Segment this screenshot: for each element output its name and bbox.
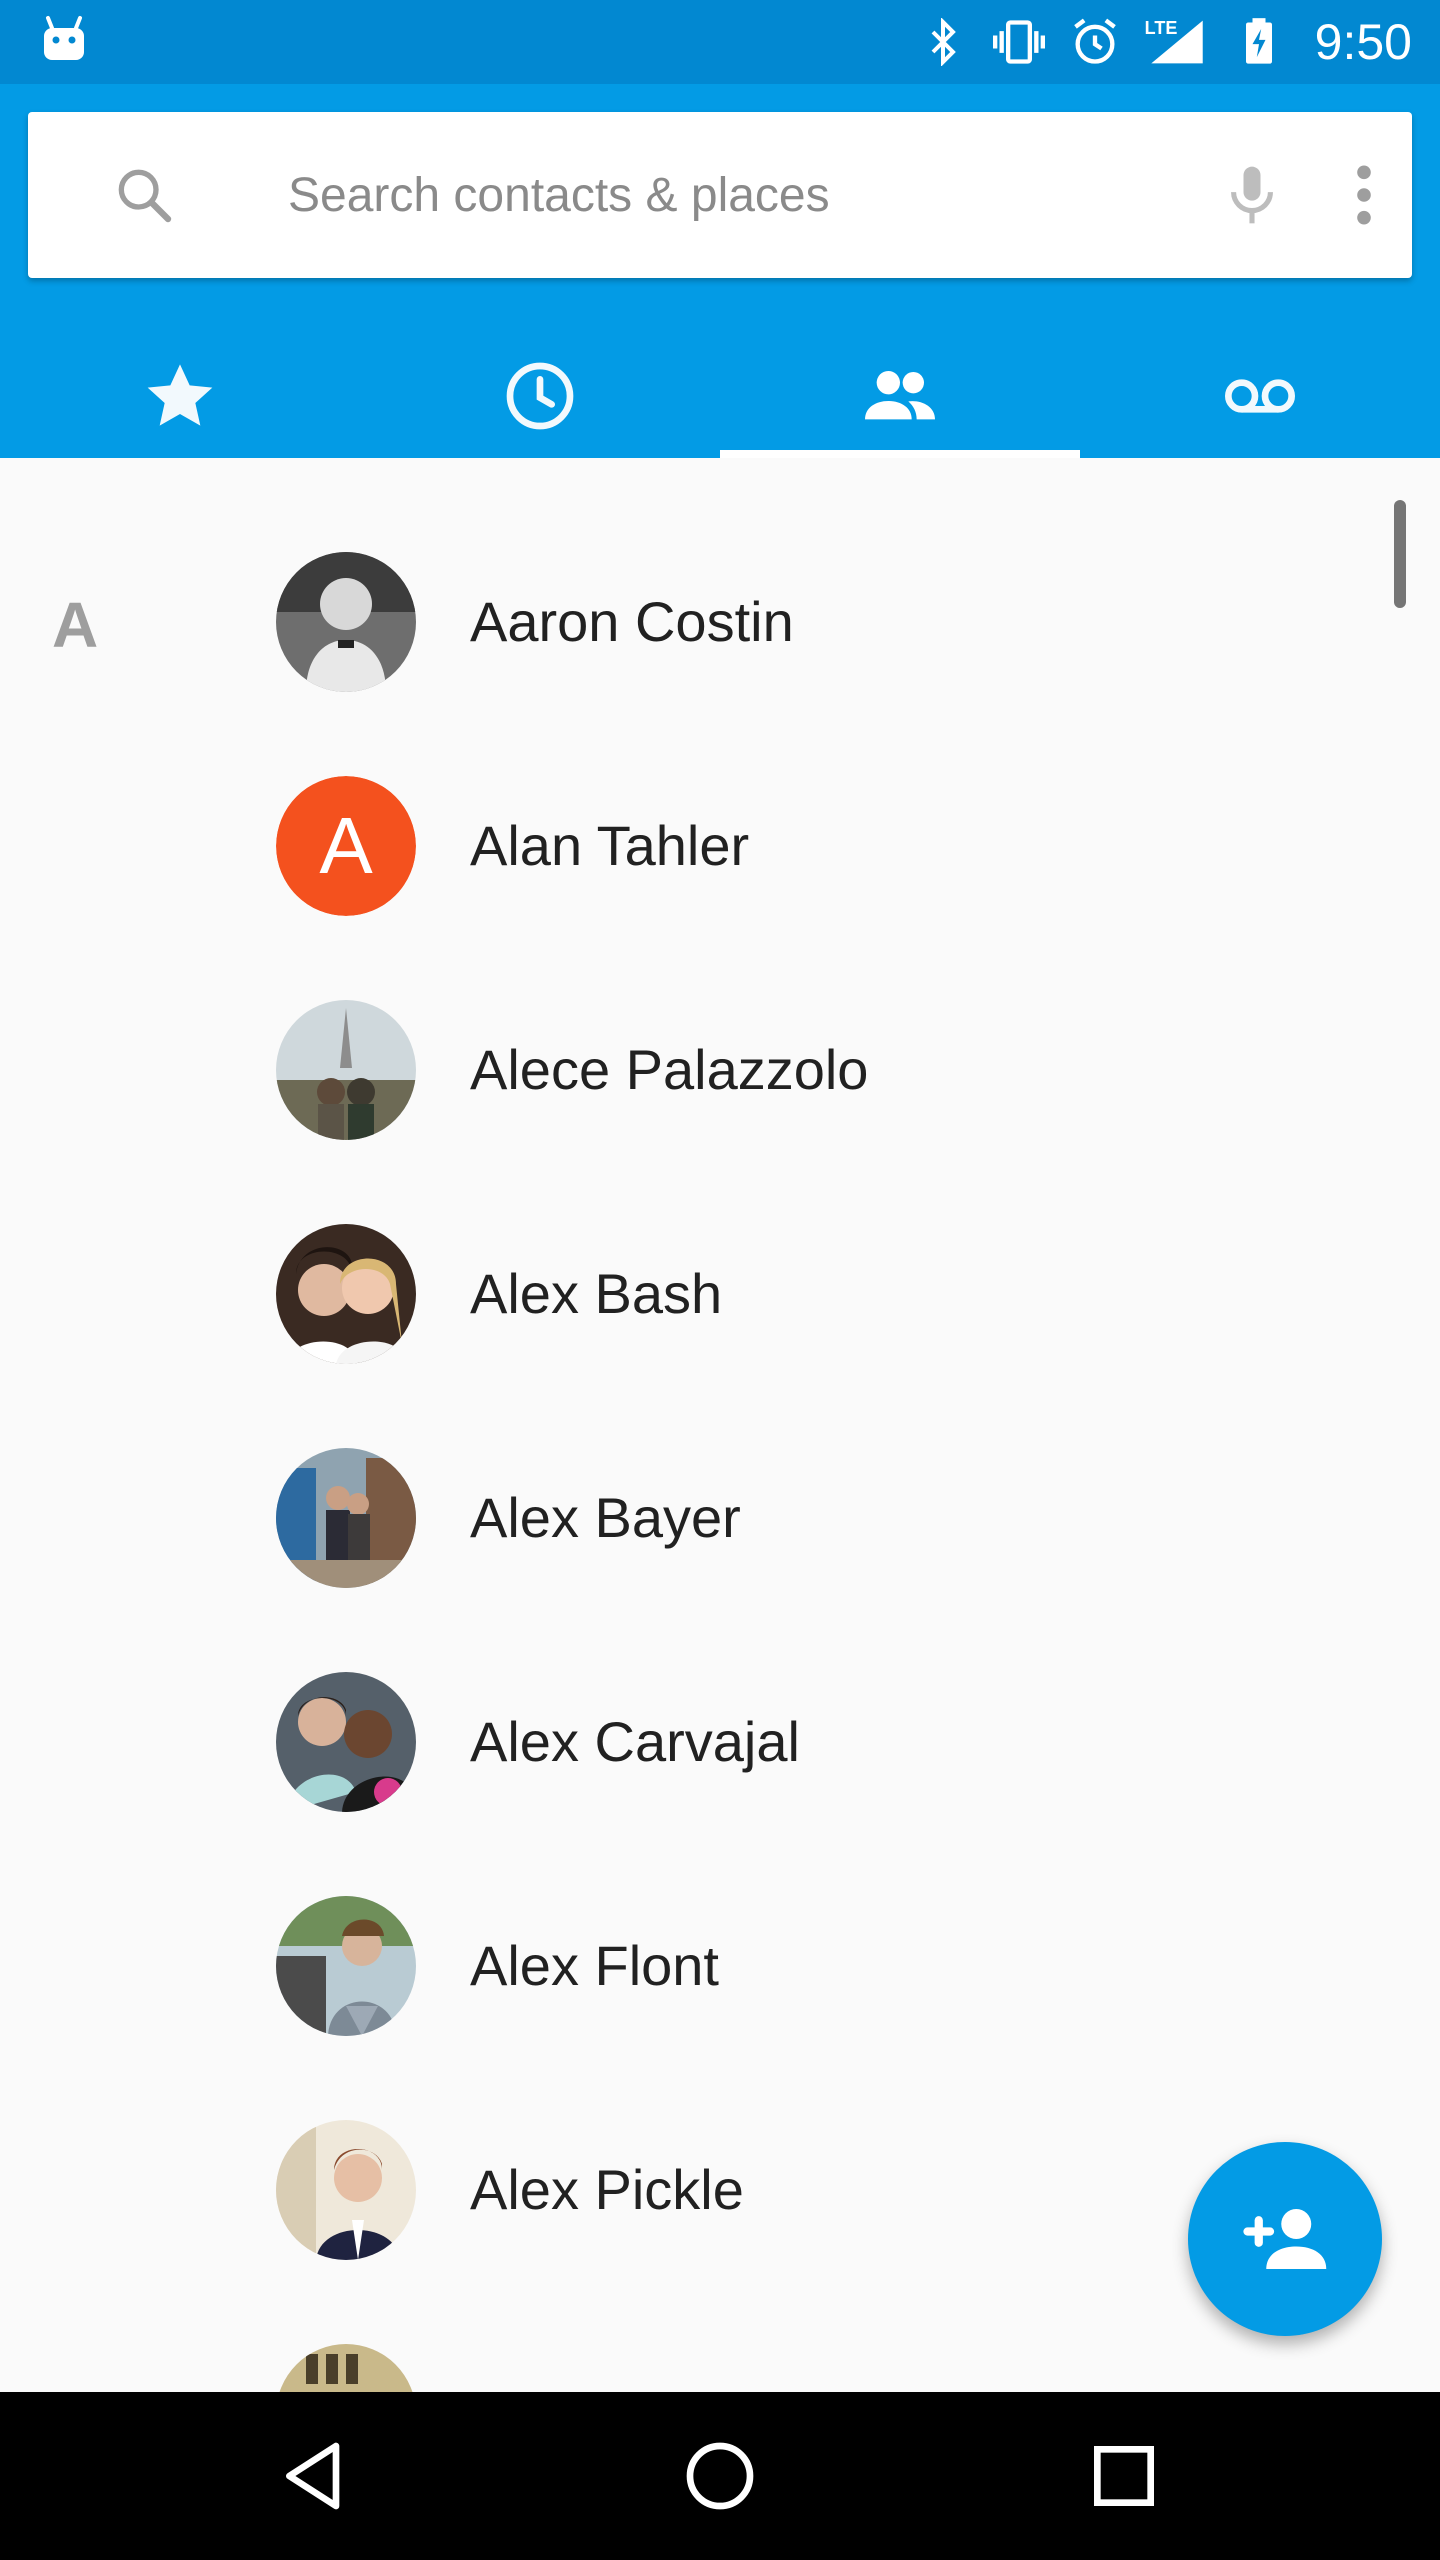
selected-tab-indicator xyxy=(720,450,1080,458)
alarm-icon xyxy=(1069,16,1121,68)
contact-photo xyxy=(276,552,416,692)
more-options-icon[interactable] xyxy=(1338,161,1390,229)
network-label: LTE xyxy=(1144,18,1178,38)
avatar-letter: A xyxy=(276,776,416,916)
star-icon xyxy=(147,364,213,426)
contact-row[interactable]: Alece Palazzolo xyxy=(0,958,1440,1182)
contact-row-partial[interactable] xyxy=(0,2302,1440,2392)
contact-list[interactable]: A Aaron Costin A Alan Tahler Alece Palaz… xyxy=(0,458,1440,2392)
bluetooth-icon xyxy=(917,16,969,68)
avatar[interactable] xyxy=(276,1224,416,1364)
contact-name: Alece Palazzolo xyxy=(470,1038,869,1101)
contact-photo xyxy=(276,2344,416,2392)
add-contact-button[interactable] xyxy=(1188,2142,1382,2336)
contact-photo xyxy=(276,1896,416,2036)
contact-photo xyxy=(276,1672,416,1812)
contact-row[interactable]: Alex Bash xyxy=(0,1182,1440,1406)
voicemail-icon xyxy=(1225,379,1295,413)
lte-signal-icon: LTE xyxy=(1145,16,1209,68)
avatar[interactable] xyxy=(276,552,416,692)
people-icon xyxy=(865,371,935,420)
clock-icon xyxy=(506,362,574,430)
contact-name: Alex Pickle xyxy=(470,2158,744,2221)
tab-contacts[interactable] xyxy=(720,334,1080,458)
contact-name: Alex Carvajal xyxy=(470,1710,800,1773)
overview-icon xyxy=(1094,2446,1154,2506)
avatar[interactable] xyxy=(276,2344,416,2392)
recents-button[interactable] xyxy=(1074,2426,1174,2526)
search-box[interactable] xyxy=(28,112,1412,278)
contact-row[interactable]: Alex Carvajal xyxy=(0,1630,1440,1854)
app-bar xyxy=(0,84,1440,458)
avatar[interactable] xyxy=(276,1448,416,1588)
status-icons: LTE 9:50 xyxy=(917,10,1412,74)
android-debug-icon xyxy=(44,16,84,60)
mic-icon[interactable] xyxy=(1218,161,1286,229)
avatar[interactable] xyxy=(276,2120,416,2260)
tab-speed-dial[interactable] xyxy=(0,334,360,458)
contact-row[interactable]: Alex Flont xyxy=(0,1854,1440,2078)
contact-photo xyxy=(276,2120,416,2260)
add-contact-icon xyxy=(1243,2209,1327,2269)
contact-photo xyxy=(276,1448,416,1588)
contact-photo xyxy=(276,1000,416,1140)
contact-photo xyxy=(276,1224,416,1364)
contact-row[interactable]: Alex Bayer xyxy=(0,1406,1440,1630)
avatar[interactable] xyxy=(276,1672,416,1812)
battery-charging-icon xyxy=(1233,16,1285,68)
status-bar: LTE 9:50 xyxy=(0,0,1440,84)
search-input[interactable] xyxy=(288,152,1148,238)
status-time: 9:50 xyxy=(1314,14,1412,70)
tab-bar xyxy=(0,334,1440,458)
contact-name: Alex Bayer xyxy=(470,1486,741,1549)
contact-name: Alex Bash xyxy=(470,1262,723,1325)
contact-name: Aaron Costin xyxy=(470,590,794,653)
home-icon xyxy=(686,2442,754,2510)
avatar[interactable]: A xyxy=(276,776,416,916)
contact-row[interactable]: Aaron Costin xyxy=(0,510,1440,734)
search-icon[interactable] xyxy=(112,163,176,227)
avatar[interactable] xyxy=(276,1896,416,2036)
tab-recents[interactable] xyxy=(360,334,720,458)
back-button[interactable] xyxy=(266,2426,366,2526)
contact-name: Alex Flont xyxy=(470,1934,719,1997)
vibrate-icon xyxy=(992,16,1045,68)
avatar[interactable] xyxy=(276,1000,416,1140)
home-button[interactable] xyxy=(670,2426,770,2526)
contact-row[interactable]: A Alan Tahler xyxy=(0,734,1440,958)
back-icon xyxy=(286,2442,340,2510)
tab-voicemail[interactable] xyxy=(1080,334,1440,458)
contact-name: Alan Tahler xyxy=(470,814,750,877)
navigation-bar xyxy=(0,2392,1440,2560)
